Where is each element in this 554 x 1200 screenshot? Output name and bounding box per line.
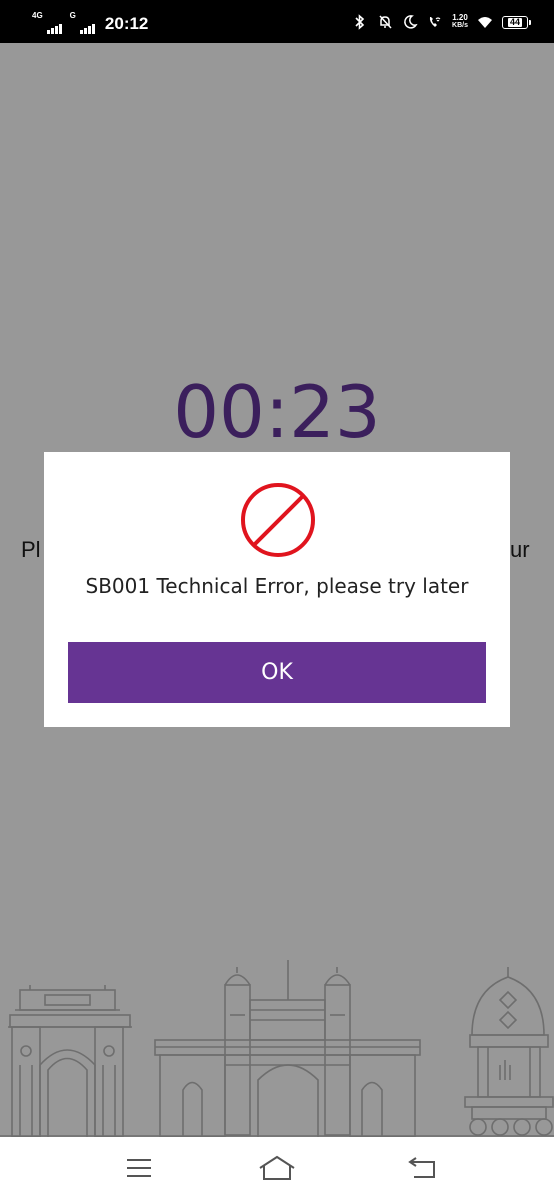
clock: 20:12 — [104, 14, 149, 33]
prohibited-icon — [241, 483, 315, 557]
wifi-icon — [478, 17, 492, 28]
status-right: 1.20 KB/s 44 — [352, 10, 531, 34]
india-gate-icon — [8, 985, 132, 1137]
home-icon — [259, 1155, 295, 1180]
temple-icon — [464, 967, 554, 1136]
back-button[interactable] — [402, 1151, 442, 1185]
background-text-right: ur — [510, 537, 530, 562]
battery-icon: 44 — [502, 15, 531, 29]
home-button[interactable] — [257, 1151, 297, 1185]
skyline-illustration — [0, 960, 554, 1137]
battery-level: 44 — [507, 16, 522, 27]
countdown-timer: 00:23 — [173, 370, 381, 454]
signal-icon-2 — [79, 20, 95, 34]
speed-unit: KB/s — [452, 22, 468, 29]
background-text-left: Pl — [21, 537, 41, 562]
navigation-bar — [0, 1137, 554, 1200]
error-dialog: SB001 Technical Error, please try later … — [44, 452, 510, 727]
wifi-calling-icon — [429, 17, 441, 27]
bluetooth-icon — [355, 14, 365, 30]
network-speed: 1.20 KB/s — [452, 14, 468, 30]
ok-button[interactable]: OK — [68, 642, 486, 703]
back-icon — [408, 1157, 435, 1178]
network-type-label: 4G — [32, 11, 43, 20]
mute-bell-icon — [379, 15, 392, 29]
status-left: 4G G 20:12 — [32, 10, 148, 34]
error-message: SB001 Technical Error, please try later — [85, 574, 469, 598]
menu-button[interactable] — [119, 1151, 159, 1185]
status-bar: 4G G 20:12 1.20 KB/s 44 — [0, 0, 554, 43]
moon-icon — [404, 15, 418, 29]
menu-icon — [127, 1159, 151, 1177]
signal-icon — [46, 20, 62, 34]
gateway-of-india-icon — [154, 960, 421, 1137]
speed-value: 1.20 — [452, 13, 468, 22]
network-type-label-2: G — [69, 11, 76, 20]
